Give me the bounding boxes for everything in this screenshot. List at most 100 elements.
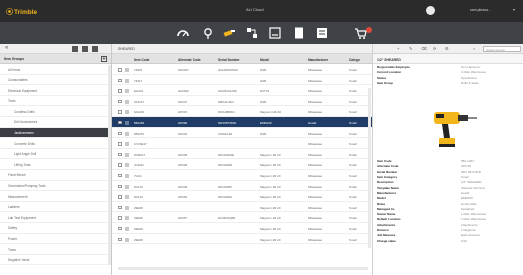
tree-item[interactable]: Jackhammers — [0, 127, 111, 139]
detail-summary: Responsible Employee Don Hannover Current … — [373, 64, 523, 86]
report-icon[interactable] — [268, 26, 282, 40]
document-icon[interactable] — [292, 26, 306, 40]
row-checkbox[interactable] — [118, 142, 122, 146]
tree-item[interactable]: Power — [0, 234, 111, 245]
row-checkbox[interactable] — [118, 173, 122, 178]
tree-item[interactable]: Light Angle Drill — [0, 149, 111, 160]
dashboard-icon[interactable] — [176, 26, 190, 40]
tree-item[interactable]: Ladders — [0, 202, 111, 213]
row-checkbox[interactable] — [118, 195, 122, 199]
item-thumbnail-icon — [125, 131, 129, 136]
tree-item[interactable]: Fixed Bench — [0, 170, 111, 181]
add-icon[interactable]: + — [397, 46, 399, 51]
row-checkbox[interactable] — [118, 99, 122, 104]
table-row[interactable]: 7H1G Magnum 1R 20 Milwaukee Small — [112, 170, 372, 181]
tree-item[interactable]: Electrical Equipment — [0, 85, 111, 96]
cell-model: Magnum 1R 20 — [260, 216, 281, 221]
table-row[interactable]: 5B1257 HP022 CW64A1D HSB Milwaukee Small — [112, 128, 372, 139]
detail-toolbar: + ✎ ⌫ ⟳ ⚙ ⌕ Global Search — [373, 44, 523, 54]
tree-item[interactable]: Lifting Tools — [0, 159, 111, 170]
table-row[interactable]: 74917 HSB Milwaukee Small — [112, 75, 372, 86]
tree-item-label: Consumables — [8, 78, 28, 83]
global-search-input[interactable]: Global Search — [483, 46, 521, 52]
table-row[interactable]: 29E08 Magnum 1R 20 Milwaukee Small — [112, 223, 372, 234]
edit-icon[interactable]: ✎ — [409, 46, 412, 51]
tree-item[interactable]: Trees — [0, 244, 111, 255]
tree-item[interactable]: Safety — [0, 223, 111, 234]
column-alternate-code[interactable]: Alternate Code — [178, 58, 201, 62]
field-value: Operational — [461, 75, 477, 80]
tree-item[interactable]: Cordless Drills — [0, 106, 111, 117]
tool-icon[interactable] — [222, 26, 236, 40]
column-item-code[interactable]: Item Code — [134, 58, 149, 62]
user-name[interactable]: sam.pleasa... — [470, 8, 491, 12]
table-row[interactable]: 29E08 Magnum 1R 20 Milwaukee Small — [112, 202, 372, 213]
table-row[interactable]: W39017 HP038 9PL004E9E Magnum 1R 20 Milwauke… — [112, 149, 372, 160]
delete-icon[interactable]: ⌫ — [421, 46, 427, 51]
table-row[interactable]: 29E08 HP057 9G43R4QB6 Magnum 1R 20 Milwaukee… — [112, 212, 372, 223]
row-checkbox[interactable] — [118, 184, 122, 189]
row-checkbox[interactable] — [118, 68, 122, 72]
collapse-icon[interactable]: « — [5, 45, 11, 51]
tree-item[interactable]: Tools — [0, 96, 111, 107]
column-manufacturer[interactable]: Manufacturer — [308, 58, 328, 62]
user-avatar-icon[interactable] — [426, 6, 435, 15]
cell-code: 5B1257 — [134, 131, 145, 136]
tree-item[interactable]: Generators/Pumping Tools — [0, 181, 111, 192]
field-value: Small — [461, 175, 469, 180]
tree-item[interactable]: Drill Accessories — [0, 117, 111, 128]
location-pin-icon[interactable] — [201, 26, 215, 40]
cell-cat: Small — [349, 195, 357, 200]
table-row[interactable]: EH444 HA2632 HSUB44123D EXT31 Milwaukee Small — [112, 85, 372, 96]
chevron-down-icon[interactable]: ▾ — [513, 7, 515, 12]
field-value: Sheared Tool Item — [461, 185, 486, 190]
row-checkbox[interactable] — [118, 110, 122, 114]
table-row[interactable]: 5G110 HP049 9PL00485 Magnum 1R 20 Milwaukee S… — [112, 181, 372, 192]
row-checkbox[interactable] — [118, 120, 122, 125]
table-row[interactable]: 5A1147 HP047 HBG4U11D HSB Milwaukee Small — [112, 96, 372, 107]
list-icon[interactable] — [315, 26, 329, 40]
row-checkbox[interactable] — [118, 89, 122, 93]
table-row[interactable]: 9G110 HP052 9PL0048A Magnum 1R 20 Milwaukee S… — [112, 191, 372, 202]
tree-item[interactable]: Lab Test Equipment — [0, 212, 111, 223]
add-icon[interactable]: + — [101, 56, 107, 62]
row-checkbox[interactable] — [118, 131, 122, 136]
column-serial-number[interactable]: Serial Number — [218, 58, 240, 62]
tree-item[interactable]: Negative Value — [0, 255, 111, 266]
row-checkbox[interactable] — [118, 237, 122, 241]
tree-item[interactable]: Measurement — [0, 191, 111, 202]
table-toolbar: SHEARED — [112, 44, 372, 54]
table-row[interactable]: 4CE4G HP028 9PL004E8 Magnum 1R 30 Milwaukee S… — [112, 159, 372, 170]
folder-icon[interactable] — [72, 46, 78, 52]
add-group-icon[interactable] — [82, 46, 88, 52]
cell-mfr: Milwaukee — [308, 68, 323, 72]
field-label: Attachments — [377, 222, 396, 227]
table-scrollbar[interactable] — [368, 88, 371, 248]
settings-icon[interactable]: ⚙ — [445, 46, 449, 51]
filter-icon[interactable] — [92, 46, 98, 52]
table-horizontal-scrollbar[interactable] — [118, 267, 368, 270]
refresh-icon[interactable]: ⟳ — [433, 46, 436, 51]
table-row[interactable]: 74901 HP0047 HIG40460SSD HSB Milwaukee Small — [112, 64, 372, 75]
row-checkbox[interactable] — [118, 152, 122, 157]
tree-item[interactable]: Concrete Drills — [0, 138, 111, 149]
row-checkbox[interactable] — [118, 163, 122, 167]
table-row[interactable]: 29E08 Magnum 1R 20 Milwaukee Small — [112, 234, 372, 245]
column-model[interactable]: Model — [260, 58, 269, 62]
cell-serial: 9PL004E8 — [218, 163, 233, 168]
table-row[interactable]: 5B1264 HP090 9W1087381D EMR220 Hewitt Small — [112, 116, 372, 128]
row-checkbox[interactable] — [118, 205, 122, 210]
column-category[interactable]: Catego — [349, 58, 360, 62]
trimble-logo[interactable]: ⦿Trimble — [6, 7, 37, 17]
table-row[interactable]: 9A1201 HP015 9K4U0B81D Magnum HD 20 Milwauke… — [112, 106, 372, 117]
tree-item[interactable]: Consumables — [0, 75, 111, 86]
tree-scrollbar[interactable] — [108, 65, 111, 265]
transfer-icon[interactable] — [245, 26, 259, 40]
table-row[interactable]: CV04E17 Milwaukee Small — [112, 138, 372, 149]
tree-item[interactable]: All Items — [0, 64, 111, 75]
cell-alt: HP0047 — [178, 68, 189, 72]
row-checkbox[interactable] — [118, 226, 122, 231]
cell-cat: Small — [349, 173, 357, 178]
row-checkbox[interactable] — [118, 78, 122, 83]
row-checkbox[interactable] — [118, 216, 122, 220]
